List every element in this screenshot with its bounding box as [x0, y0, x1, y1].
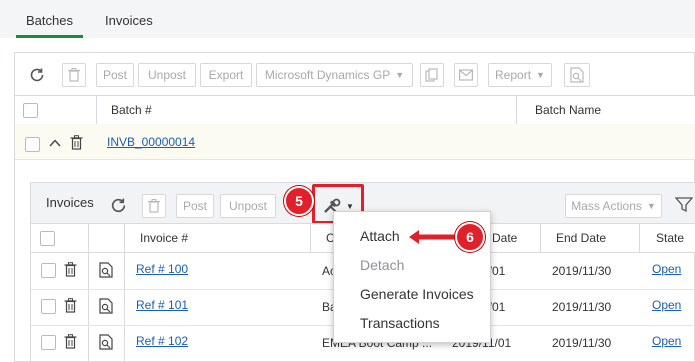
chevron-down-icon: ▼	[646, 201, 656, 211]
column-header-batch-name[interactable]: Batch Name	[535, 103, 601, 117]
chevron-down-icon: ▼	[536, 70, 545, 80]
export-button[interactable]: Export	[200, 63, 252, 87]
callout-badge-5: 5	[284, 186, 314, 216]
email-button[interactable]	[454, 63, 478, 87]
trash-icon[interactable]	[64, 262, 77, 280]
select-all-invoices-checkbox[interactable]	[40, 231, 55, 246]
end-date-cell: 2019/11/30	[552, 336, 612, 350]
mass-actions-dropdown[interactable]: Mass Actions ▼	[565, 194, 662, 218]
invoice-link[interactable]: Ref # 101	[136, 298, 188, 312]
end-date-cell: 2019/11/30	[552, 264, 612, 278]
batch-number-link[interactable]: INVB_00000014	[107, 135, 195, 149]
delete-button[interactable]	[62, 63, 86, 87]
copy-button[interactable]	[420, 63, 444, 87]
column-header-batch-number[interactable]: Batch #	[111, 103, 152, 117]
integration-dropdown[interactable]: Microsoft Dynamics GP ▼	[256, 63, 413, 87]
end-date-cell: 2019/11/30	[552, 300, 612, 314]
column-header-end-date[interactable]: End Date	[556, 231, 606, 245]
report-label: Report	[495, 68, 532, 82]
post-button[interactable]: Post	[96, 63, 134, 87]
column-header-start-date[interactable]: Date	[492, 231, 517, 245]
collapse-chevron-up-icon[interactable]	[48, 135, 62, 151]
copy-icon	[425, 68, 438, 82]
mass-actions-label: Mass Actions	[571, 199, 642, 213]
trash-icon[interactable]	[64, 298, 77, 316]
menu-item-generate-invoices[interactable]: Generate Invoices	[334, 280, 492, 308]
callout-badge-6: 6	[455, 222, 485, 252]
column-divider	[310, 223, 311, 253]
trash-icon[interactable]	[70, 135, 83, 153]
row-checkbox[interactable]	[25, 137, 40, 152]
column-divider	[639, 223, 640, 253]
filter-icon[interactable]	[674, 197, 694, 216]
row-checkbox[interactable]	[41, 263, 56, 278]
chevron-down-icon: ▼	[395, 70, 405, 80]
active-tab-indicator	[16, 35, 83, 38]
menu-item-detach[interactable]: Detach	[334, 251, 492, 279]
refresh-icon[interactable]	[27, 64, 47, 86]
invoice-link[interactable]: Ref # 102	[136, 334, 188, 348]
column-header-state[interactable]: State	[656, 231, 684, 245]
row-checkbox[interactable]	[41, 299, 56, 314]
invoices-title: Invoices	[46, 195, 94, 210]
trash-icon	[148, 199, 160, 213]
state-link[interactable]: Open	[652, 298, 681, 312]
preview-icon[interactable]	[99, 334, 113, 353]
select-all-checkbox[interactable]	[23, 103, 38, 118]
delete-button[interactable]	[142, 194, 166, 218]
column-header-invoice-number[interactable]: Invoice #	[140, 231, 188, 245]
unpost-button[interactable]: Unpost	[138, 63, 196, 87]
trash-icon	[68, 68, 80, 82]
callout-arrow	[407, 228, 457, 249]
preview-button[interactable]	[564, 63, 590, 87]
chevron-down-icon: ▼	[346, 201, 354, 211]
preview-icon	[570, 67, 584, 83]
state-link[interactable]: Open	[652, 262, 681, 276]
column-divider	[96, 95, 97, 125]
refresh-icon[interactable]	[109, 196, 129, 216]
tab-invoices[interactable]: Invoices	[105, 13, 153, 28]
state-link[interactable]: Open	[652, 334, 681, 348]
invoices-unpost-button[interactable]: Unpost	[220, 194, 276, 218]
invoice-link[interactable]: Ref # 100	[136, 262, 188, 276]
trash-icon[interactable]	[64, 334, 77, 352]
column-divider	[516, 95, 517, 125]
column-divider	[124, 223, 125, 362]
integration-label: Microsoft Dynamics GP	[264, 68, 391, 82]
report-dropdown[interactable]: Report ▼	[488, 63, 552, 87]
envelope-icon	[459, 69, 473, 81]
preview-icon[interactable]	[99, 298, 113, 317]
column-divider	[540, 223, 541, 253]
invoices-post-button[interactable]: Post	[176, 194, 214, 218]
tab-batches[interactable]: Batches	[26, 13, 73, 28]
preview-icon[interactable]	[99, 262, 113, 281]
menu-item-transactions[interactable]: Transactions	[334, 309, 492, 337]
row-checkbox[interactable]	[41, 335, 56, 350]
column-divider	[88, 223, 89, 362]
